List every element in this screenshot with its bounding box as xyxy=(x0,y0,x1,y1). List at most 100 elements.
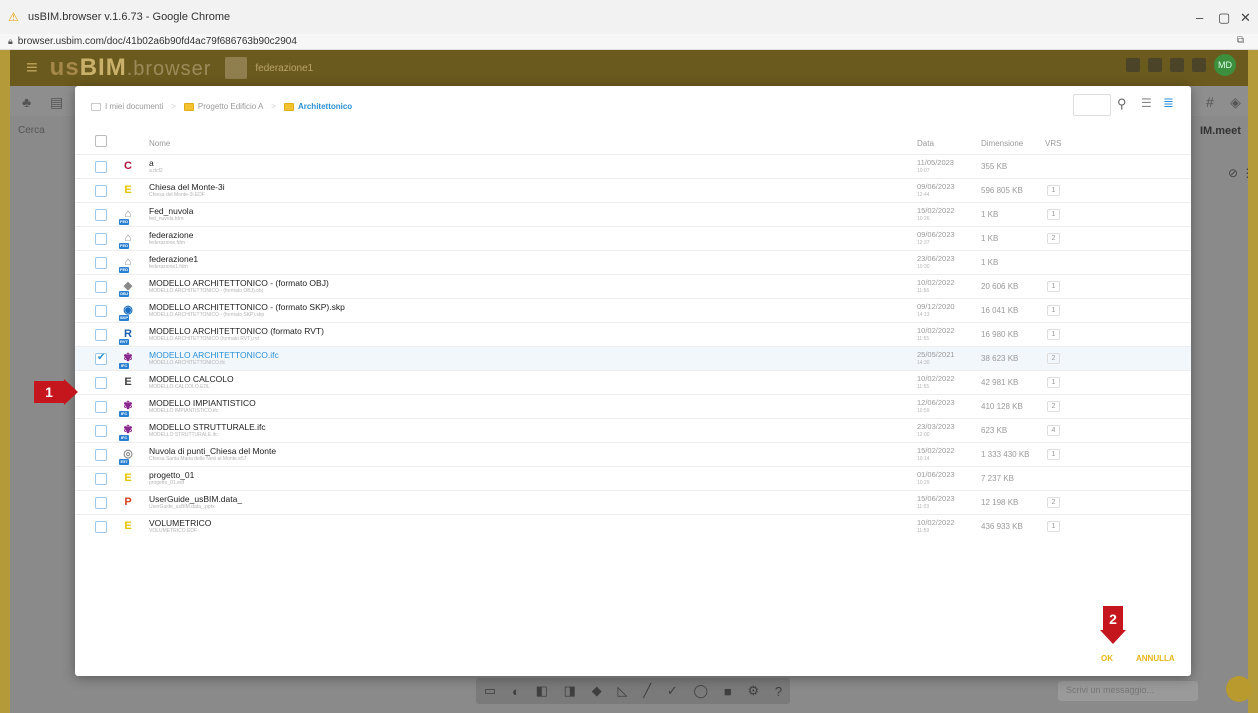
file-row[interactable]: ◆ OBJ MODELLO ARCHITETTONICO - (formato OB… xyxy=(75,274,1191,298)
column-size[interactable]: Dimensione xyxy=(981,139,1023,148)
filter-icon[interactable]: ☰ xyxy=(1141,96,1152,110)
row-checkbox[interactable] xyxy=(95,329,107,341)
tool-icon[interactable]: ◧ xyxy=(536,683,548,699)
row-checkbox[interactable] xyxy=(95,305,107,317)
gear-icon[interactable]: ⚙ xyxy=(747,683,759,699)
hash-icon[interactable]: # xyxy=(1206,94,1214,110)
breadcrumb-item-project[interactable]: Progetto Edificio A xyxy=(198,102,263,111)
search-placeholder[interactable]: Cerca xyxy=(18,125,45,136)
extension-icon[interactable]: ⧉ xyxy=(1237,35,1244,46)
version-badge[interactable]: 1 xyxy=(1047,377,1060,388)
list-icon[interactable] xyxy=(1148,58,1162,72)
file-row[interactable]: ✾IFC MODELLO ARCHITETTONICO.ifcMODELLO AR… xyxy=(75,346,1191,370)
version-badge[interactable]: 1 xyxy=(1047,329,1060,340)
version-badge[interactable]: 1 xyxy=(1047,449,1060,460)
tool-icon[interactable]: ◐ xyxy=(512,684,520,699)
list-view-icon[interactable]: ≣ xyxy=(1163,95,1174,111)
version-badge[interactable]: 2 xyxy=(1047,353,1060,364)
file-name[interactable]: federazione1 xyxy=(149,254,198,264)
select-all-checkbox[interactable] xyxy=(95,135,107,147)
version-badge[interactable]: 1 xyxy=(1047,209,1060,220)
file-name[interactable]: MODELLO ARCHITETTONICO (formato RVT) xyxy=(149,326,324,336)
file-name[interactable]: MODELLO CALCOLO xyxy=(149,374,234,384)
document-icon[interactable]: ▤ xyxy=(50,94,63,111)
file-name[interactable]: VOLUMETRICO xyxy=(149,518,211,528)
file-name[interactable]: a xyxy=(149,158,154,168)
tool-icon[interactable]: ◨ xyxy=(564,683,576,699)
file-row[interactable]: E VOLUMETRICO VOLUMETRICO.EDF 10/02/2022 11:… xyxy=(75,514,1191,538)
version-badge[interactable]: 1 xyxy=(1047,305,1060,316)
tool-icon[interactable]: ◺ xyxy=(617,683,627,699)
file-row[interactable]: ◉ SKP MODELLO ARCHITETTONICO - (formato SK… xyxy=(75,298,1191,322)
file-row[interactable]: ⌂ FED federazione1 federazione1.fdrn 23/06/2… xyxy=(75,250,1191,274)
tool-icon[interactable]: ╱ xyxy=(643,683,651,699)
apps-icon[interactable] xyxy=(1170,58,1184,72)
version-badge[interactable]: 1 xyxy=(1047,521,1060,532)
notification-icon[interactable] xyxy=(1126,58,1140,72)
column-vrs[interactable]: VRS xyxy=(1045,139,1061,148)
file-name[interactable]: Fed_nuvola xyxy=(149,206,193,216)
breadcrumb-item-current[interactable]: Architettonico xyxy=(298,102,352,111)
chat-icon[interactable] xyxy=(1226,676,1252,702)
file-row[interactable]: Ca a.dcf2 11/05/2023 10:07 355 KB xyxy=(75,154,1191,178)
file-name[interactable]: MODELLO ARCHITETTONICO.ifc xyxy=(149,350,279,360)
file-name[interactable]: progetto_01 xyxy=(149,470,194,480)
file-row[interactable]: R RVT MODELLO ARCHITETTONICO (formato RVT)… xyxy=(75,322,1191,346)
tool-icon[interactable]: ✓ xyxy=(667,683,678,699)
row-checkbox[interactable] xyxy=(95,521,107,533)
layers-icon[interactable]: ◈ xyxy=(1230,94,1241,111)
file-name[interactable]: MODELLO ARCHITETTONICO - (formato OBJ) xyxy=(149,278,329,288)
file-name[interactable]: MODELLO STRUTTURALE.ifc xyxy=(149,422,266,432)
file-row[interactable]: Eprogetto_01 progetto_01.edf 01/06/2023 10:… xyxy=(75,466,1191,490)
file-name[interactable]: MODELLO IMPIANTISTICO xyxy=(149,398,256,408)
version-badge[interactable]: 2 xyxy=(1047,497,1060,508)
version-badge[interactable]: 4 xyxy=(1047,425,1060,436)
ok-button[interactable]: OK xyxy=(1101,654,1113,663)
file-name[interactable]: Chiesa del Monte-3i xyxy=(149,182,225,192)
file-row[interactable]: ◎ E57 Nuvola di punti_Chiesa del Monte Chie… xyxy=(75,442,1191,466)
tool-icon[interactable]: ▭ xyxy=(484,683,496,699)
visibility-icon[interactable]: ⊘ ⋮ xyxy=(1228,166,1253,180)
file-row[interactable]: E MODELLO CALCOLO MODELLO CALCOLO.EDL 10/02… xyxy=(75,370,1191,394)
user-icon[interactable] xyxy=(1192,58,1206,72)
file-row[interactable]: P UserGuide_usBIM.data_ UserGuide_usBIM.da… xyxy=(75,490,1191,514)
row-checkbox[interactable] xyxy=(95,352,107,365)
row-checkbox[interactable] xyxy=(95,233,107,245)
row-checkbox[interactable] xyxy=(95,425,107,437)
file-name[interactable]: UserGuide_usBIM.data_ xyxy=(149,494,242,504)
file-row[interactable]: ⌂ FED Fed_nuvola fed_nuvola.fdrn 15/02/2022 1… xyxy=(75,202,1191,226)
tree-icon[interactable]: ♣ xyxy=(22,94,31,110)
search-icon[interactable]: ⚲ xyxy=(1117,96,1127,112)
row-checkbox[interactable] xyxy=(95,281,107,293)
column-date[interactable]: Data xyxy=(917,139,934,148)
file-row[interactable]: ✾ IFC MODELLO STRUTTURALE.ifc MODELLO STRUT… xyxy=(75,418,1191,442)
version-badge[interactable]: 2 xyxy=(1047,401,1060,412)
row-checkbox[interactable] xyxy=(95,449,107,461)
row-checkbox[interactable] xyxy=(95,377,107,389)
row-checkbox[interactable] xyxy=(95,497,107,509)
row-checkbox[interactable] xyxy=(95,209,107,221)
version-badge[interactable]: 1 xyxy=(1047,281,1060,292)
file-row[interactable]: ⌂ FED federazione federazione.fdrn 09/06/202… xyxy=(75,226,1191,250)
file-row[interactable]: ✾ IFC MODELLO IMPIANTISTICO MODELLO IMPIANT… xyxy=(75,394,1191,418)
maximize-button[interactable]: ▢ xyxy=(1218,10,1230,26)
tool-icon[interactable]: ■ xyxy=(724,684,732,699)
help-icon[interactable]: ? xyxy=(775,684,782,699)
file-name[interactable]: MODELLO ARCHITETTONICO - (formato SKP).s… xyxy=(149,302,345,312)
row-checkbox[interactable] xyxy=(95,473,107,485)
row-checkbox[interactable] xyxy=(95,257,107,269)
hamburger-menu-icon[interactable]: ≡ xyxy=(26,57,38,80)
column-name[interactable]: Nome xyxy=(149,139,170,148)
version-badge[interactable]: 1 xyxy=(1047,185,1060,196)
row-checkbox[interactable] xyxy=(95,161,107,173)
version-badge[interactable]: 2 xyxy=(1047,233,1060,244)
search-input[interactable] xyxy=(1073,94,1111,116)
breadcrumb-item-root[interactable]: I miei documenti xyxy=(105,102,163,111)
close-window-button[interactable]: ✕ xyxy=(1240,10,1251,26)
tool-icon[interactable]: ◆ xyxy=(592,683,602,699)
avatar[interactable]: MD xyxy=(1214,54,1236,76)
file-name[interactable]: Nuvola di punti_Chiesa del Monte xyxy=(149,446,276,456)
cancel-button[interactable]: ANNULLA xyxy=(1136,654,1175,663)
row-checkbox[interactable] xyxy=(95,185,107,197)
file-name[interactable]: federazione xyxy=(149,230,193,240)
